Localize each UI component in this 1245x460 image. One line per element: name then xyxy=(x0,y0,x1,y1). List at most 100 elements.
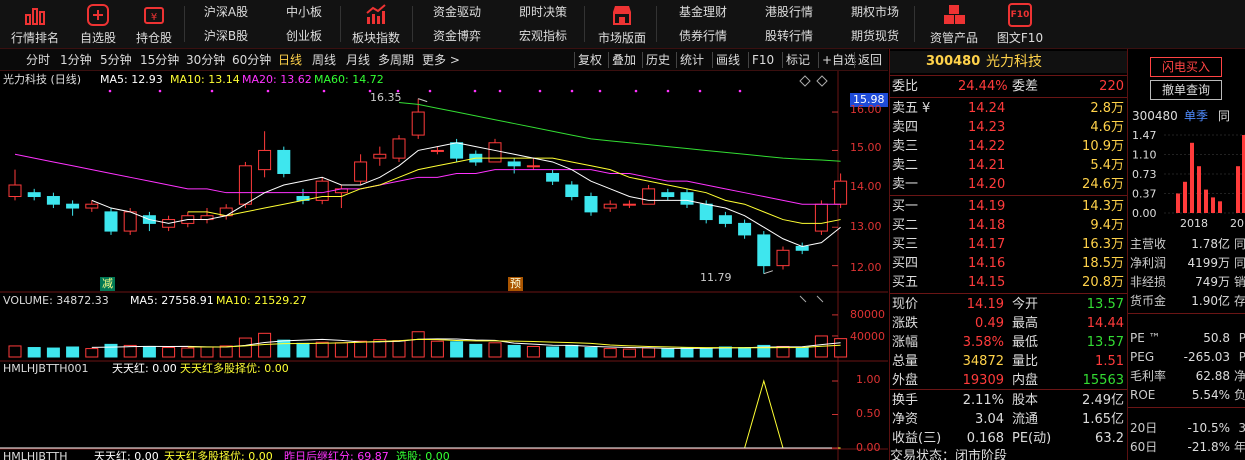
ask-row[interactable]: 卖四 14.23 4.6万 xyxy=(890,118,1128,137)
chart-tool-button[interactable]: 历史 xyxy=(646,49,670,71)
stat-label: 内盘 xyxy=(1012,373,1039,388)
toolbar-link-futures[interactable]: 期货现货 xyxy=(844,24,906,48)
candle xyxy=(392,138,406,159)
toolbar-link-instant-decision[interactable]: 即时决策 xyxy=(512,0,574,24)
chart-tool-button[interactable]: 复权 xyxy=(578,49,602,71)
toolbar-link-a-share[interactable]: 沪深A股 xyxy=(194,0,258,24)
period-tab[interactable]: 周线 xyxy=(312,49,336,71)
ask-row[interactable]: 卖一 14.20 24.6万 xyxy=(890,175,1128,194)
chart-tool-button[interactable]: F10 xyxy=(752,49,774,71)
toolbar-divider xyxy=(748,52,749,68)
ind1-tick: 1.00 xyxy=(856,373,881,386)
toolbar-link-bond[interactable]: 债券行情 xyxy=(672,24,734,48)
toolbar-market-layout[interactable]: 市场版面 xyxy=(594,0,650,49)
toolbar-sector-index[interactable]: 板块指数 xyxy=(346,0,406,49)
ind1-name: HMLHJBTTH001 xyxy=(3,362,89,375)
toolbar-link-fund[interactable]: 基金理财 xyxy=(672,0,734,24)
period-tab[interactable]: 分时 xyxy=(26,49,50,71)
toolbar-link-sme[interactable]: 中小板 xyxy=(276,0,332,24)
lightning-buy-button[interactable]: 闪电买入 xyxy=(1150,57,1222,77)
candle xyxy=(718,215,732,224)
period-tab[interactable]: 多周期 xyxy=(378,49,414,71)
candle xyxy=(488,142,502,163)
chart-tool-button[interactable]: +自选 xyxy=(822,49,856,71)
stock-name: 光力科技 xyxy=(986,54,1042,70)
finance-row: 收益(三) 0.168 PE(动) 63.2 xyxy=(890,429,1128,448)
stock-title: 光力科技 (日线) xyxy=(3,73,82,86)
chart-tool-button[interactable]: 叠加 xyxy=(612,49,636,71)
toolbar-link-gem[interactable]: 创业板 xyxy=(276,24,332,48)
yoy-tab[interactable]: 同 xyxy=(1218,107,1230,126)
row-label: 卖五 xyxy=(892,101,919,116)
stat-row: 外盘 19309 内盘 15563 xyxy=(890,371,1128,390)
svg-text:¥: ¥ xyxy=(151,12,157,23)
low-marker: 11.79 xyxy=(700,271,732,284)
period-tab[interactable]: 月线 xyxy=(346,49,370,71)
plus-icon xyxy=(87,4,109,26)
toolbar-link-b-share[interactable]: 沪深B股 xyxy=(194,24,258,48)
bid-row[interactable]: 买四 14.16 18.5万 xyxy=(890,254,1128,273)
volume-bar xyxy=(603,348,617,358)
stat-row: 涨幅 3.58% 最低 13.57 xyxy=(890,333,1128,352)
toolbar-link-hk[interactable]: 港股行情 xyxy=(758,0,820,24)
chart-tool-button[interactable]: 统计 xyxy=(680,49,704,71)
volume-bar xyxy=(738,347,752,358)
ask-row[interactable]: 卖二 14.21 5.4万 xyxy=(890,156,1128,175)
rchart-tick: 1.10 xyxy=(1132,149,1157,162)
toolbar-f10[interactable]: F10 图文F10 xyxy=(990,0,1050,49)
toolbar-link-capital-drive[interactable]: 资金驱动 xyxy=(426,0,488,24)
bid-row[interactable]: 买二 14.18 9.4万 xyxy=(890,216,1128,235)
chart-tool-button[interactable]: 标记 xyxy=(786,49,810,71)
period-tab[interactable]: 15分钟 xyxy=(140,49,179,71)
stat-value: 3.58% xyxy=(962,335,1004,350)
signal-dot xyxy=(210,89,214,93)
ask-row[interactable]: 卖三 14.22 10.9万 xyxy=(890,137,1128,156)
metric-value: 1.78亿 xyxy=(1191,237,1230,251)
volume-bar xyxy=(680,347,694,358)
ind2-value3: 昨日后继红分: 69.87 xyxy=(284,450,389,460)
fin-label: 股本 xyxy=(1012,393,1039,408)
panel-option-icon[interactable] xyxy=(816,75,828,87)
event-mark-reduce[interactable]: 减 xyxy=(100,277,115,291)
period-tab[interactable]: 60分钟 xyxy=(232,49,271,71)
season-tab[interactable]: 单季 xyxy=(1184,107,1208,126)
period-tab[interactable]: 30分钟 xyxy=(186,49,225,71)
period-tab[interactable]: 日线 xyxy=(278,49,302,71)
panel-option-icon[interactable] xyxy=(816,295,824,303)
ask-row[interactable]: 卖五 ¥14.24 2.8万 xyxy=(890,99,1128,118)
toolbar-holdings[interactable]: ¥ 持仓股 xyxy=(128,0,180,49)
row-volume: 18.5万 xyxy=(1082,256,1124,271)
toolbar-link-macro[interactable]: 宏观指标 xyxy=(512,24,574,48)
toolbar-watchlist[interactable]: 自选股 xyxy=(72,0,124,49)
volume-bar xyxy=(507,344,521,358)
toolbar-link-options[interactable]: 期权市场 xyxy=(844,0,906,24)
chart-tool-button[interactable]: 画线 xyxy=(716,49,740,71)
bid-row[interactable]: 买五 14.15 20.8万 xyxy=(890,273,1128,292)
bid-row[interactable]: 买一 14.19 14.3万 xyxy=(890,197,1128,216)
period-tab[interactable]: 5分钟 xyxy=(100,49,132,71)
finance-panel: 闪电买入 撤单查询 300480 单季 同 1.47 1.10 0.73 0.37 0.… xyxy=(1127,49,1245,460)
event-mark-forecast[interactable]: 预 xyxy=(508,277,523,291)
period-tab[interactable]: 更多 > xyxy=(422,49,460,71)
toolbar-asset-mgmt[interactable]: 资管产品 xyxy=(924,0,984,49)
panel-option-icon[interactable] xyxy=(799,295,807,303)
row-label: 卖三 xyxy=(892,139,919,154)
panel-option-icon[interactable] xyxy=(799,75,811,87)
fin-value: 63.2 xyxy=(1095,431,1124,446)
stat-label: 外盘 xyxy=(892,373,919,388)
toolbar-link-neeq[interactable]: 股转行情 xyxy=(758,24,820,48)
cancel-query-button[interactable]: 撤单查询 xyxy=(1150,80,1222,100)
app-window: 行情排名 自选股 ¥ 持仓股 沪深A股 沪深B股 中小板 创业板 板块指数 资金… xyxy=(0,0,1245,460)
toolbar-link-capital-game[interactable]: 资金博弈 xyxy=(426,24,488,48)
stat-row: 涨跌 0.49 最高 14.44 xyxy=(890,314,1128,333)
candle xyxy=(776,249,790,267)
toolbar-divider xyxy=(656,6,657,42)
period-tab[interactable]: 1分钟 xyxy=(60,49,92,71)
signal-dot xyxy=(666,89,670,93)
signal-dot xyxy=(473,89,477,93)
chart-tool-button[interactable]: 返回 xyxy=(858,49,882,71)
bid-row[interactable]: 买三 14.17 16.3万 xyxy=(890,235,1128,254)
toolbar-divider xyxy=(914,6,915,42)
toolbar-ranking[interactable]: 行情排名 xyxy=(6,0,64,49)
toolbar-label: 自选股 xyxy=(79,31,116,45)
